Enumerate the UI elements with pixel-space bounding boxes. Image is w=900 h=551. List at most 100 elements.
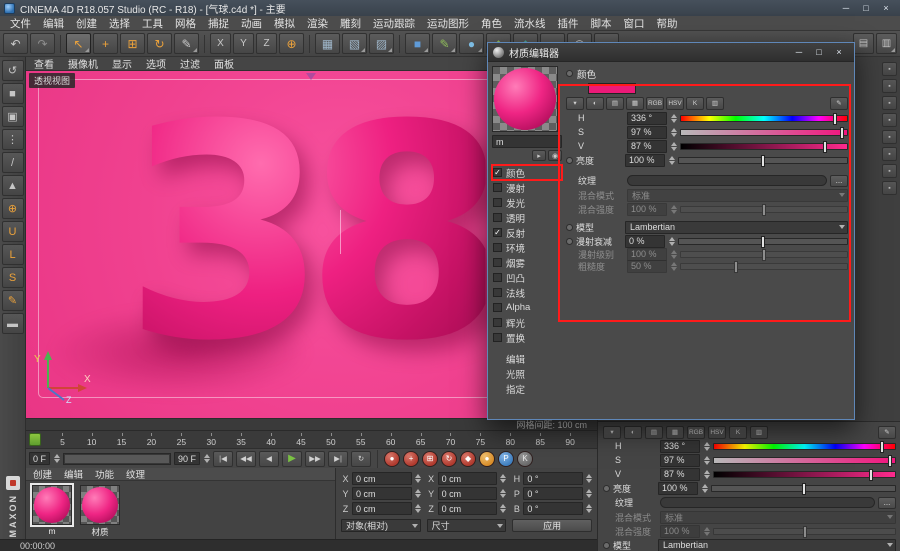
rotation-p-field[interactable]: 0 ° — [523, 487, 583, 500]
viewport-menu-cameras[interactable]: 摄像机 — [68, 56, 98, 71]
slider-handle[interactable] — [802, 525, 807, 538]
position-x-field[interactable]: 0 cm — [352, 472, 412, 485]
start-frame-spinner[interactable] — [54, 454, 61, 463]
render-to-picture-viewer-icon[interactable]: ▧ — [342, 33, 367, 54]
preview-options-icon[interactable]: ◉ — [548, 150, 562, 161]
model-dropdown[interactable]: Lambertian — [658, 538, 896, 551]
spectrum-icon[interactable]: ▤ — [645, 425, 663, 439]
hsv-mode-icon[interactable]: HSV — [708, 425, 726, 439]
texture-browse-button[interactable]: ... — [830, 174, 848, 187]
polygon-mode-icon[interactable]: ▲ — [1, 175, 24, 196]
model-mode-icon[interactable]: ■ — [1, 83, 24, 104]
diffuse-level-slider[interactable] — [680, 248, 848, 261]
brightness-value-field[interactable]: 100 % — [625, 153, 665, 167]
texture-browse-button[interactable]: ... — [878, 496, 896, 509]
eyedropper-icon[interactable]: ✎ — [830, 96, 848, 110]
compact-mode-icon[interactable]: ▾ — [566, 96, 584, 110]
compact-mode-icon[interactable]: ▾ — [603, 425, 621, 439]
menu-window[interactable]: 窗口 — [618, 16, 651, 31]
mix-strength-slider[interactable] — [713, 525, 896, 538]
snap-magnet-icon[interactable]: U — [1, 221, 24, 242]
menu-snap[interactable]: 捕捉 — [202, 16, 235, 31]
mix-strength-slider[interactable] — [680, 203, 848, 216]
size-z-field[interactable]: 0 cm — [437, 502, 498, 515]
value-value-field[interactable]: 87 % — [627, 139, 667, 153]
material-item[interactable]: m — [30, 483, 74, 538]
dialog-maximize-button[interactable]: □ — [809, 47, 829, 57]
timeline-scrollbar-handle[interactable] — [65, 454, 170, 463]
value-value-field[interactable]: 87 % — [660, 467, 700, 481]
spinner[interactable] — [671, 204, 677, 214]
spinner[interactable] — [671, 261, 677, 271]
kelvin-mode-icon[interactable]: K — [686, 96, 704, 110]
menu-mesh[interactable]: 网格 — [169, 16, 202, 31]
slider-handle[interactable] — [761, 154, 765, 167]
slider-handle[interactable] — [880, 440, 885, 453]
side-panel-icon[interactable]: ▪ — [882, 113, 897, 127]
spinner[interactable] — [671, 249, 677, 259]
image-color-icon[interactable]: ▦ — [626, 96, 644, 110]
channel-transparency[interactable]: 透明 — [492, 210, 562, 225]
menu-render[interactable]: 渲染 — [301, 16, 334, 31]
maximize-button[interactable]: □ — [856, 3, 876, 13]
brightness-value-field[interactable]: 100 % — [658, 481, 698, 495]
brightness-slider[interactable] — [678, 154, 848, 167]
swatches-icon[interactable]: ▥ — [706, 96, 724, 110]
checkbox-icon[interactable] — [493, 273, 502, 282]
keyframe-selection-button[interactable]: K — [517, 450, 534, 467]
keyframe-dot[interactable] — [566, 70, 573, 77]
menu-animate[interactable]: 动画 — [235, 16, 268, 31]
saturation-value-field[interactable]: 97 % — [660, 453, 700, 467]
auto-keying-toggle[interactable]: ● — [479, 450, 496, 467]
menu-select[interactable]: 选择 — [103, 16, 136, 31]
record-position-toggle[interactable]: + — [403, 450, 420, 467]
spinner[interactable] — [704, 526, 710, 536]
spinner[interactable] — [671, 141, 677, 151]
paint-tool-icon[interactable]: ✎ — [1, 290, 24, 311]
channel-displacement[interactable]: 置换 — [492, 330, 562, 345]
checkbox-icon[interactable] — [493, 183, 502, 192]
menu-script[interactable]: 脚本 — [585, 16, 618, 31]
viewport-menu-view[interactable]: 查看 — [34, 56, 54, 71]
timeline-scrollbar[interactable] — [63, 452, 172, 465]
material-menu-texture[interactable]: 纹理 — [126, 467, 145, 481]
spinner[interactable] — [585, 489, 592, 498]
spinner[interactable] — [500, 489, 507, 498]
slider-handle[interactable] — [801, 482, 806, 495]
spinner[interactable] — [704, 455, 710, 465]
slider-handle[interactable] — [761, 235, 765, 248]
subdivision-surface-icon[interactable]: ● — [459, 33, 484, 54]
hue-slider[interactable] — [713, 440, 896, 453]
move-tool-icon[interactable]: + — [93, 33, 118, 54]
diffuse-falloff-value-field[interactable]: 0 % — [625, 234, 665, 248]
viewport-menu-panel[interactable]: 面板 — [214, 56, 234, 71]
record-scale-toggle[interactable]: ⊞ — [422, 450, 439, 467]
solo-mode-icon[interactable]: S — [1, 267, 24, 288]
spinner[interactable] — [585, 474, 592, 483]
color-wheel-icon[interactable]: ◐ — [624, 425, 642, 439]
add-cube-icon[interactable]: ■ — [405, 33, 430, 54]
viewport-menu-display[interactable]: 显示 — [112, 56, 132, 71]
spinner[interactable] — [585, 504, 592, 513]
lock-z-axis-icon[interactable]: Z — [256, 33, 277, 54]
slider-handle[interactable] — [833, 112, 838, 125]
channel-glow[interactable]: 辉光 — [492, 315, 562, 330]
menu-pipeline[interactable]: 流水线 — [508, 16, 552, 31]
keyframe-dot[interactable] — [603, 541, 610, 549]
size-x-field[interactable]: 0 cm — [437, 472, 498, 485]
material-item[interactable]: 材质 — [80, 485, 120, 538]
channel-alpha[interactable]: Alpha — [492, 300, 562, 315]
spinner[interactable] — [671, 113, 677, 123]
slider-handle[interactable] — [733, 260, 738, 273]
brightness-slider[interactable] — [711, 482, 896, 495]
side-panel-icon[interactable]: ▪ — [882, 96, 897, 110]
size-mode-dropdown[interactable]: 尺寸 — [426, 519, 507, 532]
record-rotation-toggle[interactable]: ↻ — [441, 450, 458, 467]
preview-nav-icon[interactable]: ▸ — [532, 150, 546, 161]
side-panel-icon[interactable]: ▪ — [882, 62, 897, 76]
channel-assign[interactable]: 指定 — [492, 381, 562, 396]
rotate-tool-icon[interactable]: ↻ — [147, 33, 172, 54]
menu-create[interactable]: 创建 — [70, 16, 103, 31]
last-tool-icon[interactable]: ✎ — [174, 33, 199, 54]
side-panel-icon[interactable]: ▪ — [882, 147, 897, 161]
